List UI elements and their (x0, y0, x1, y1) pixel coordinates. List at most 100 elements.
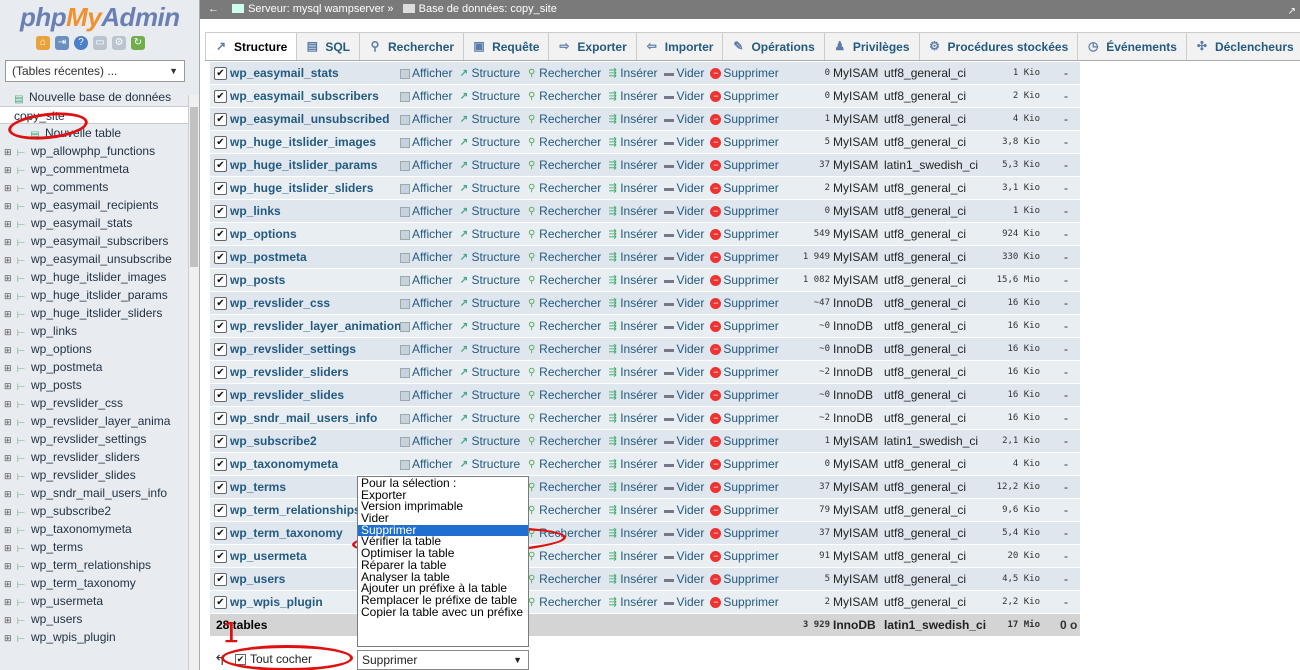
tab-operations[interactable]: ✎ Opérations (722, 32, 825, 60)
dropdown-option[interactable]: Ajouter un préfixe à la table (358, 583, 528, 595)
row-checkbox[interactable]: ✔ (214, 412, 227, 425)
reload-icon[interactable]: ↻ (131, 36, 145, 50)
action-search[interactable]: ⚲ Rechercher (526, 154, 601, 177)
row-checkbox[interactable]: ✔ (214, 550, 227, 563)
action-browse[interactable]: Afficher (400, 384, 452, 407)
action-insert[interactable]: ⇶ Insérer (607, 269, 657, 292)
table-name-link[interactable]: wp_subscribe2 (230, 430, 406, 453)
action-empty[interactable]: ▬ Vider (664, 591, 704, 614)
row-checkbox[interactable]: ✔ (214, 435, 227, 448)
check-all-checkbox[interactable]: ✔ (235, 654, 246, 665)
tree-table-item[interactable]: ⊞ ⊢ wp_terms (0, 538, 188, 556)
dropdown-option[interactable]: Supprimer (358, 524, 528, 537)
table-name-link[interactable]: wp_sndr_mail_users_info (230, 407, 406, 430)
tree-table-item[interactable]: ⊞ ⊢ wp_wpis_plugin (0, 628, 188, 646)
expand-plus-icon[interactable]: ⊞ (4, 467, 14, 484)
phpmyadmin-logo[interactable]: phpMyAdmin (0, 0, 199, 32)
docs-icon[interactable]: ▭ (93, 36, 107, 50)
action-browse[interactable]: Afficher (400, 108, 452, 131)
expand-plus-icon[interactable]: ⊞ (4, 323, 14, 340)
action-drop[interactable]: − Supprimer (710, 591, 779, 614)
action-search[interactable]: ⚲ Rechercher (526, 108, 601, 131)
action-search[interactable]: ⚲ Rechercher (526, 430, 601, 453)
with-selected-select[interactable]: Supprimer ▼ (357, 650, 529, 670)
action-search[interactable]: ⚲ Rechercher (526, 200, 601, 223)
action-structure[interactable]: ↗Structure (458, 384, 520, 407)
action-empty[interactable]: ▬ Vider (664, 384, 704, 407)
table-name-link[interactable]: wp_revslider_layer_animations (230, 315, 406, 338)
action-search[interactable]: ⚲ Rechercher (526, 361, 601, 384)
dropdown-option[interactable]: Version imprimable (358, 501, 528, 513)
expand-plus-icon[interactable]: ⊞ (4, 359, 14, 376)
action-search[interactable]: ⚲ Rechercher (526, 384, 601, 407)
action-insert[interactable]: ⇶ Insérer (607, 499, 657, 522)
tree-table-item[interactable]: ⊞ ⊢ wp_posts (0, 376, 188, 394)
action-insert[interactable]: ⇶ Insérer (607, 430, 657, 453)
tab-triggers[interactable]: ✣ Déclencheurs (1185, 32, 1300, 60)
action-drop[interactable]: − Supprimer (710, 453, 779, 476)
action-search[interactable]: ⚲ Rechercher (526, 131, 601, 154)
tree-table-item[interactable]: ⊞ ⊢ wp_revslider_css (0, 394, 188, 412)
action-insert[interactable]: ⇶ Insérer (607, 361, 657, 384)
dropdown-option[interactable]: Vider (358, 513, 528, 525)
action-search[interactable]: ⚲ Rechercher (526, 177, 601, 200)
action-drop[interactable]: − Supprimer (710, 430, 779, 453)
action-insert[interactable]: ⇶ Insérer (607, 315, 657, 338)
action-insert[interactable]: ⇶ Insérer (607, 522, 657, 545)
action-drop[interactable]: − Supprimer (710, 131, 779, 154)
table-name-link[interactable]: wp_links (230, 200, 406, 223)
action-search[interactable]: ⚲ Rechercher (526, 522, 601, 545)
tree-new-table[interactable]: ▤ Nouvelle table (0, 124, 188, 142)
check-all-label[interactable]: Tout cocher (250, 652, 312, 666)
action-structure[interactable]: ↗Structure (458, 177, 520, 200)
dropdown-option[interactable]: Remplacer le préfixe de table (358, 595, 528, 607)
action-empty[interactable]: ▬ Vider (664, 430, 704, 453)
action-insert[interactable]: ⇶ Insérer (607, 223, 657, 246)
action-browse[interactable]: Afficher (400, 154, 452, 177)
action-structure[interactable]: ↗Structure (458, 292, 520, 315)
action-browse[interactable]: Afficher (400, 269, 452, 292)
action-empty[interactable]: ▬ Vider (664, 545, 704, 568)
action-insert[interactable]: ⇶ Insérer (607, 338, 657, 361)
action-empty[interactable]: ▬ Vider (664, 223, 704, 246)
action-drop[interactable]: − Supprimer (710, 522, 779, 545)
action-search[interactable]: ⚲ Rechercher (526, 292, 601, 315)
tree-table-item[interactable]: ⊞ ⊢ wp_revslider_slides (0, 466, 188, 484)
action-structure[interactable]: ↗Structure (458, 154, 520, 177)
action-empty[interactable]: ▬ Vider (664, 292, 704, 315)
action-insert[interactable]: ⇶ Insérer (607, 108, 657, 131)
row-checkbox[interactable]: ✔ (214, 573, 227, 586)
dropdown-option[interactable]: Réparer la table (358, 560, 528, 572)
tab-export[interactable]: ⇨ Exporter (548, 32, 637, 60)
action-drop[interactable]: − Supprimer (710, 223, 779, 246)
action-insert[interactable]: ⇶ Insérer (607, 177, 657, 200)
expand-plus-icon[interactable]: ⊞ (4, 377, 14, 394)
action-drop[interactable]: − Supprimer (710, 62, 779, 85)
tree-database-copy-site[interactable]: copy_site (0, 106, 188, 124)
expand-plus-icon[interactable]: ⊞ (4, 251, 14, 268)
action-browse[interactable]: Afficher (400, 407, 452, 430)
row-checkbox[interactable]: ✔ (214, 113, 227, 126)
tree-table-item[interactable]: ⊞ ⊢ wp_huge_itslider_images (0, 268, 188, 286)
action-drop[interactable]: − Supprimer (710, 108, 779, 131)
action-search[interactable]: ⚲ Rechercher (526, 568, 601, 591)
action-drop[interactable]: − Supprimer (710, 292, 779, 315)
expand-icon[interactable]: ↗ (1288, 2, 1296, 21)
tree-table-item[interactable]: ⊞ ⊢ wp_term_relationships (0, 556, 188, 574)
action-empty[interactable]: ▬ Vider (664, 246, 704, 269)
breadcrumb-database[interactable]: Base de données: copy_site (419, 3, 557, 15)
expand-plus-icon[interactable]: ⊞ (4, 233, 14, 250)
action-browse[interactable]: Afficher (400, 292, 452, 315)
table-name-link[interactable]: wp_easymail_stats (230, 62, 406, 85)
action-drop[interactable]: − Supprimer (710, 384, 779, 407)
action-search[interactable]: ⚲ Rechercher (526, 545, 601, 568)
row-checkbox[interactable]: ✔ (214, 596, 227, 609)
action-insert[interactable]: ⇶ Insérer (607, 131, 657, 154)
expand-plus-icon[interactable]: ⊞ (4, 485, 14, 502)
action-insert[interactable]: ⇶ Insérer (607, 591, 657, 614)
tree-table-item[interactable]: ⊞ ⊢ wp_revslider_layer_anima (0, 412, 188, 430)
help-icon[interactable]: ? (74, 36, 88, 50)
expand-plus-icon[interactable]: ⊞ (4, 287, 14, 304)
action-search[interactable]: ⚲ Rechercher (526, 246, 601, 269)
table-name-link[interactable]: wp_revslider_slides (230, 384, 406, 407)
